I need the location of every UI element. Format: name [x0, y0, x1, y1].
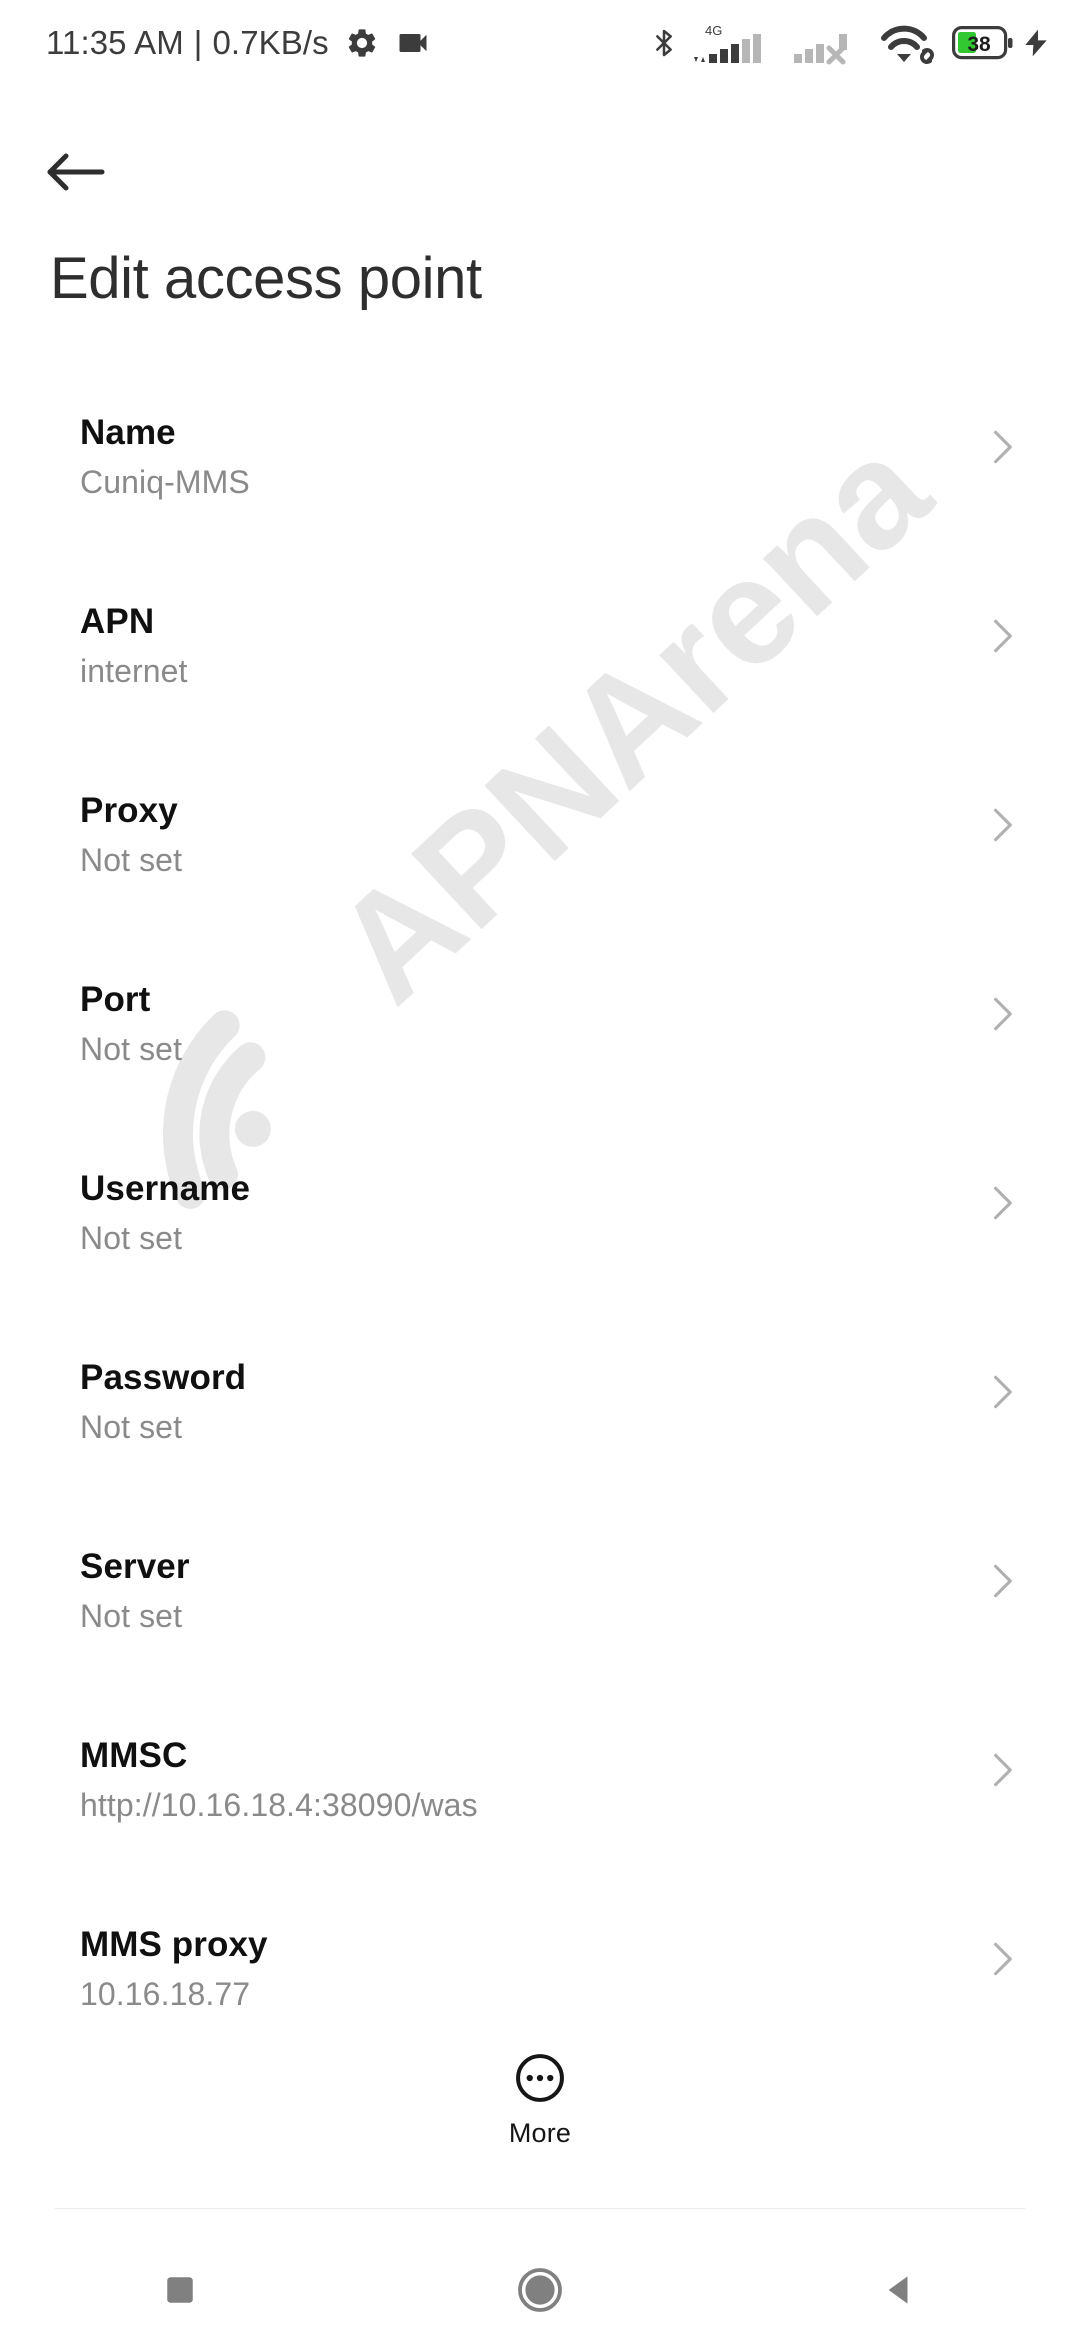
more-button[interactable]: More	[0, 2050, 1080, 2149]
setting-row-port[interactable]: Port Not set	[0, 968, 1080, 1157]
nav-recents-button[interactable]	[90, 2240, 270, 2340]
nav-home-button[interactable]	[450, 2240, 630, 2340]
chevron-right-icon	[994, 619, 1012, 653]
row-title: Password	[80, 1358, 247, 1397]
navigation-bar	[0, 2240, 1080, 2340]
row-value: Not set	[80, 1409, 183, 1445]
row-title: Server	[80, 1547, 190, 1586]
circle-home-icon	[518, 2268, 562, 2312]
triangle-back-icon	[888, 2276, 908, 2304]
row-value: Not set	[80, 1220, 183, 1256]
nav-back-button[interactable]	[810, 2240, 990, 2340]
signal-4g-icon: 4G	[692, 21, 788, 65]
setting-row-proxy[interactable]: Proxy Not set	[0, 779, 1080, 968]
setting-row-apn[interactable]: APN internet	[0, 590, 1080, 779]
row-title: Username	[80, 1169, 251, 1208]
more-circle-icon	[516, 2054, 564, 2102]
row-title: Port	[80, 980, 151, 1019]
row-value: Cuniq-MMS	[80, 464, 250, 500]
setting-row-name[interactable]: Name Cuniq-MMS	[0, 401, 1080, 590]
signal-sim2-no-service-icon	[792, 21, 870, 65]
row-value: Not set	[80, 1598, 183, 1634]
row-value: http://10.16.18.4:38090/was	[80, 1787, 478, 1823]
status-separator: |	[193, 24, 203, 61]
status-bar-right: 4G 38	[648, 21, 1052, 65]
chevron-right-icon	[994, 1375, 1012, 1409]
gear-icon	[345, 26, 379, 60]
battery-icon: 38	[952, 26, 1014, 60]
chevron-right-icon	[994, 430, 1012, 464]
bluetooth-icon	[648, 25, 680, 61]
phone-screen: APNArena 11:35 AM | 0.7KB/s 4G 38 Edit a…	[0, 0, 1080, 2340]
status-time: 11:35 AM	[46, 24, 184, 61]
row-title: MMS proxy	[80, 1925, 268, 1964]
row-value: 10.16.18.77	[80, 1976, 251, 2012]
row-title: MMSC	[80, 1736, 188, 1775]
row-title: Proxy	[80, 791, 178, 830]
svg-text:4G: 4G	[705, 23, 722, 38]
row-title: Name	[80, 413, 176, 452]
row-value: Not set	[80, 842, 183, 878]
row-title: APN	[80, 602, 155, 641]
more-label: More	[508, 2118, 572, 2148]
charging-bolt-icon	[1020, 24, 1052, 62]
settings-list: Name Cuniq-MMS APN internet Proxy Not se…	[0, 401, 1080, 2102]
wifi-link-icon	[880, 21, 940, 65]
setting-row-mmsc[interactable]: MMSC http://10.16.18.4:38090/was	[0, 1724, 1080, 1913]
row-value: internet	[80, 653, 188, 689]
battery-level-text: 38	[967, 33, 991, 56]
setting-row-server[interactable]: Server Not set	[0, 1535, 1080, 1724]
setting-row-password[interactable]: Password Not set	[0, 1346, 1080, 1535]
nav-divider	[55, 2208, 1025, 2209]
status-bar: 11:35 AM | 0.7KB/s 4G 38	[0, 0, 1080, 86]
video-camera-icon	[395, 25, 431, 61]
status-network-speed: 0.7KB/s	[212, 24, 329, 61]
chevron-right-icon	[994, 1942, 1012, 1976]
square-recents-icon	[167, 2277, 193, 2303]
arrow-left-icon	[47, 153, 105, 191]
back-button[interactable]	[44, 130, 136, 214]
chevron-right-icon	[994, 1753, 1012, 1787]
chevron-right-icon	[994, 1564, 1012, 1598]
chevron-right-icon	[994, 1186, 1012, 1220]
setting-row-username[interactable]: Username Not set	[0, 1157, 1080, 1346]
chevron-right-icon	[994, 808, 1012, 842]
row-value: Not set	[80, 1031, 183, 1067]
page-title: Edit access point	[50, 246, 482, 311]
status-bar-left: 11:35 AM | 0.7KB/s	[46, 24, 431, 62]
chevron-right-icon	[994, 997, 1012, 1031]
